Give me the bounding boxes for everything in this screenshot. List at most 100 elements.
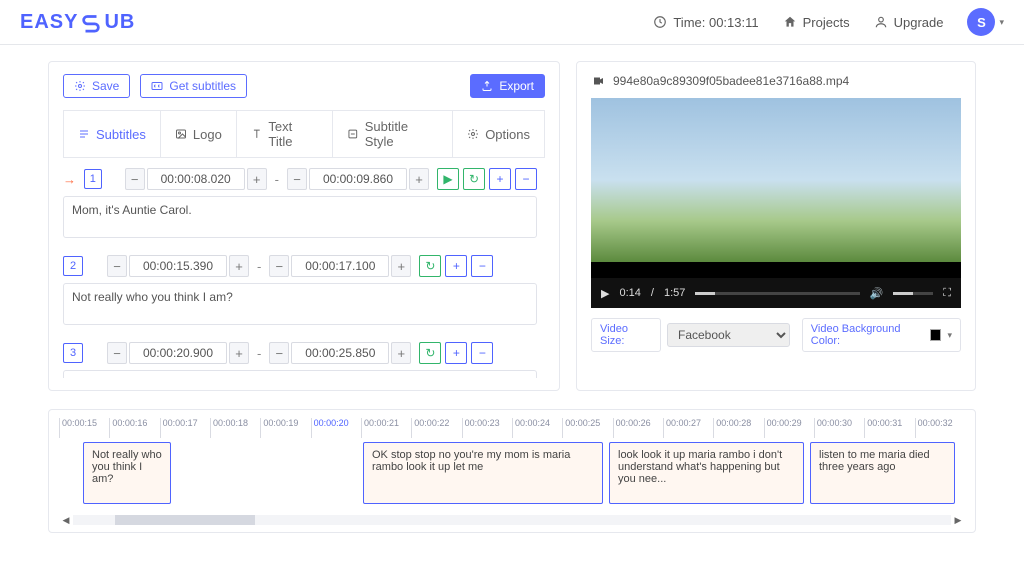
tab-subtitle-style[interactable]: Subtitle Style: [333, 111, 453, 157]
tab-text-title-label: Text Title: [268, 119, 318, 149]
ruler-tick: 00:00:26: [613, 418, 663, 438]
logo-text-post: UB: [104, 11, 135, 34]
image-icon: [175, 128, 187, 140]
start-increment-button[interactable]: +: [247, 168, 267, 190]
loop-row-button[interactable]: ↻: [419, 342, 441, 364]
end-time-input[interactable]: [291, 255, 389, 277]
time-dash: -: [257, 346, 261, 361]
tab-subtitle-style-label: Subtitle Style: [365, 119, 439, 149]
user-menu[interactable]: S ▾: [967, 8, 1004, 36]
video-player[interactable]: ▶ 0:14 / 1:57 🔊 ⛶: [591, 98, 961, 308]
play-icon[interactable]: ▶: [601, 287, 609, 300]
cog-icon: [467, 128, 479, 140]
subtitle-row: →1−+-−+▶↻+−: [63, 168, 537, 241]
cc-icon: [151, 80, 163, 92]
tab-text-title[interactable]: Text Title: [237, 111, 333, 157]
editor-panel: Save Get subtitles Export Subtitles Logo: [48, 61, 560, 391]
end-increment-button[interactable]: +: [409, 168, 429, 190]
export-button[interactable]: Export: [470, 74, 545, 98]
volume-slider[interactable]: [893, 292, 933, 295]
timeline-ruler[interactable]: 00:00:1500:00:1600:00:1700:00:1800:00:19…: [59, 418, 965, 438]
tab-subtitles-label: Subtitles: [96, 127, 146, 142]
file-line: 994e80a9c89309f05badee81e3716a88.mp4: [591, 74, 961, 88]
start-time-input[interactable]: [129, 342, 227, 364]
projects-link[interactable]: Projects: [783, 15, 850, 30]
fullscreen-icon[interactable]: ⛶: [943, 287, 951, 300]
ruler-tick: 00:00:23: [462, 418, 512, 438]
start-decrement-button[interactable]: −: [107, 342, 127, 364]
subtitle-index[interactable]: 3: [63, 343, 83, 363]
user-up-icon: [874, 15, 888, 29]
tab-logo[interactable]: Logo: [161, 111, 237, 157]
ruler-tick: 00:00:32: [915, 418, 965, 438]
chevron-down-icon: ▾: [947, 330, 952, 341]
ruler-tick: 00:00:28: [713, 418, 763, 438]
end-decrement-button[interactable]: −: [287, 168, 307, 190]
subtitle-index[interactable]: 2: [63, 256, 83, 276]
scroll-left-icon[interactable]: ◀: [59, 513, 73, 527]
subtitle-text-input[interactable]: [63, 370, 537, 378]
timeline-clip[interactable]: listen to me maria died three years ago: [810, 442, 955, 504]
subtitle-list[interactable]: →1−+-−+▶↻+−2−+-−+↻+−3−+-−+↻+−: [63, 168, 545, 378]
volume-icon[interactable]: 🔊: [870, 287, 884, 300]
ruler-tick: 00:00:24: [512, 418, 562, 438]
ruler-tick: 00:00:16: [109, 418, 159, 438]
subtitle-text-input[interactable]: [63, 283, 537, 325]
start-decrement-button[interactable]: −: [107, 255, 127, 277]
subtitle-index[interactable]: 1: [84, 169, 102, 189]
timeline-clip[interactable]: OK stop stop no you're my mom is maria r…: [363, 442, 603, 504]
ruler-tick: 00:00:25: [562, 418, 612, 438]
save-button[interactable]: Save: [63, 74, 130, 98]
timeline-clip[interactable]: Not really who you think I am?: [83, 442, 171, 504]
timeline-scrollbar[interactable]: ◀ ▶: [59, 512, 965, 528]
end-decrement-button[interactable]: −: [269, 255, 289, 277]
home-icon: [783, 15, 797, 29]
ruler-tick: 00:00:31: [864, 418, 914, 438]
projects-label: Projects: [803, 15, 850, 30]
export-label: Export: [499, 79, 534, 93]
get-subtitles-button[interactable]: Get subtitles: [140, 74, 247, 98]
ruler-tick: 00:00:17: [160, 418, 210, 438]
timeline-track[interactable]: Not really who you think I am? OK stop st…: [59, 438, 965, 512]
logo: EASY UB: [20, 11, 135, 34]
play-row-button[interactable]: ▶: [437, 168, 459, 190]
end-increment-button[interactable]: +: [391, 342, 411, 364]
loop-row-button[interactable]: ↻: [463, 168, 485, 190]
plus-row-button[interactable]: +: [445, 255, 467, 277]
scrollbar-thumb[interactable]: [115, 515, 255, 525]
end-time-input[interactable]: [309, 168, 407, 190]
subtitle-text-input[interactable]: [63, 196, 537, 238]
start-decrement-button[interactable]: −: [125, 168, 145, 190]
start-time-input[interactable]: [147, 168, 245, 190]
progress-bar[interactable]: [695, 292, 859, 295]
end-increment-button[interactable]: +: [391, 255, 411, 277]
start-increment-button[interactable]: +: [229, 255, 249, 277]
tab-subtitles[interactable]: Subtitles: [64, 111, 161, 157]
tab-options[interactable]: Options: [453, 111, 544, 157]
scroll-right-icon[interactable]: ▶: [951, 513, 965, 527]
save-label: Save: [92, 79, 119, 93]
current-arrow-icon: →: [63, 172, 76, 187]
start-increment-button[interactable]: +: [229, 342, 249, 364]
bg-color-control[interactable]: Video Background Color: ▾: [802, 318, 961, 352]
plus-row-button[interactable]: +: [445, 342, 467, 364]
minus-row-button[interactable]: −: [471, 255, 493, 277]
minus-row-button[interactable]: −: [471, 342, 493, 364]
time-remaining[interactable]: Time: 00:13:11: [653, 15, 758, 30]
scrollbar-track[interactable]: [73, 515, 951, 525]
time-text: Time: 00:13:11: [673, 15, 758, 30]
timeline-clip[interactable]: look look it up maria rambo i don't unde…: [609, 442, 804, 504]
plus-row-button[interactable]: +: [489, 168, 511, 190]
minus-row-button[interactable]: −: [515, 168, 537, 190]
filename: 994e80a9c89309f05badee81e3716a88.mp4: [613, 74, 849, 88]
loop-row-button[interactable]: ↻: [419, 255, 441, 277]
ruler-tick: 00:00:30: [814, 418, 864, 438]
ruler-tick: 00:00:21: [361, 418, 411, 438]
end-time-input[interactable]: [291, 342, 389, 364]
video-size-select[interactable]: Facebook: [667, 323, 790, 347]
end-decrement-button[interactable]: −: [269, 342, 289, 364]
clock-icon: [653, 15, 667, 29]
upgrade-link[interactable]: Upgrade: [874, 15, 944, 30]
tab-options-label: Options: [485, 127, 530, 142]
start-time-input[interactable]: [129, 255, 227, 277]
